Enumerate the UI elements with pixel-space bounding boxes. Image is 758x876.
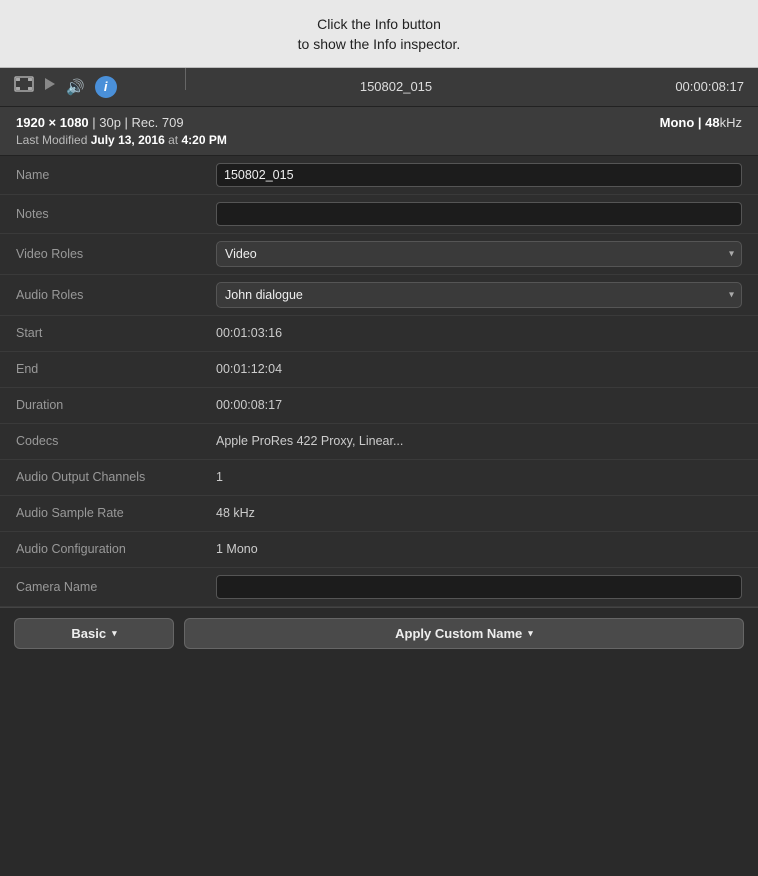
apply-custom-name-button[interactable]: Apply Custom Name ▾ [184,618,744,649]
tooltip-line1: Click the Info button [80,14,678,34]
meta-modified-row: Last Modified July 13, 2016 at 4:20 PM [16,133,742,147]
video-roles-label: Video Roles [16,247,216,261]
audio-config-row: Audio Configuration 1 Mono [0,532,758,568]
audio-sample-row: Audio Sample Rate 48 kHz [0,496,758,532]
audio-roles-select[interactable]: John dialogue Dialogue Music Effects [216,282,742,308]
meta-resolution: 1920 × 1080 [16,115,89,130]
codecs-value: Apple ProRes 422 Proxy, Linear... [216,434,742,448]
audio-output-row: Audio Output Channels 1 [0,460,758,496]
info-button[interactable]: i [95,76,117,98]
audio-config-label: Audio Configuration [16,542,216,556]
toolbar: 🔊 i 150802_015 00:00:08:17 [0,68,758,107]
audio-sample-value: 48 kHz [216,506,742,520]
basic-chevron-icon: ▾ [112,628,117,639]
speaker-icon[interactable]: 🔊 [66,78,85,96]
audio-output-label: Audio Output Channels [16,470,216,484]
audio-output-value: 1 [216,470,742,484]
toolbar-timecode: 00:00:08:17 [675,79,744,94]
bottom-bar: Basic ▾ Apply Custom Name ▾ [0,607,758,659]
toolbar-icons: 🔊 i [14,76,117,98]
video-roles-row: Video Roles Video Titles B-Roll ▾ [0,234,758,275]
duration-value: 00:00:08:17 [216,398,742,412]
tooltip-banner: Click the Info button to show the Info i… [0,0,758,68]
apply-custom-name-label: Apply Custom Name [395,626,522,641]
audio-roles-select-wrapper: John dialogue Dialogue Music Effects ▾ [216,282,742,308]
start-label: Start [16,326,216,340]
toolbar-filename: 150802_015 [129,79,664,94]
audio-sample-label: Audio Sample Rate [16,506,216,520]
start-row: Start 00:01:03:16 [0,316,758,352]
duration-label: Duration [16,398,216,412]
audio-roles-row: Audio Roles John dialogue Dialogue Music… [0,275,758,316]
name-input[interactable] [216,163,742,187]
start-value: 00:01:03:16 [216,326,742,340]
meta-audio: Mono | 48kHz [660,115,742,130]
codecs-row: Codecs Apple ProRes 422 Proxy, Linear... [0,424,758,460]
notes-row: Notes [0,195,758,234]
end-value: 00:01:12:04 [216,362,742,376]
name-row: Name [0,156,758,195]
end-label: End [16,362,216,376]
notes-input[interactable] [216,202,742,226]
camera-name-label: Camera Name [16,580,216,594]
info-panel: Name Notes Video Roles Video Titles B-Ro… [0,156,758,607]
audio-roles-label: Audio Roles [16,288,216,302]
flag-icon[interactable] [44,77,56,96]
meta-resolution-row: 1920 × 1080 | 30p | Rec. 709 Mono | 48kH… [16,115,742,130]
video-roles-select-wrapper: Video Titles B-Roll ▾ [216,241,742,267]
camera-name-input[interactable] [216,575,742,599]
apply-chevron-icon: ▾ [528,628,533,639]
notes-label: Notes [16,207,216,221]
camera-name-row: Camera Name [0,568,758,607]
duration-row: Duration 00:00:08:17 [0,388,758,424]
meta-spec: | 30p | Rec. 709 [89,115,184,130]
tooltip-line2: to show the Info inspector. [80,34,678,54]
basic-label: Basic [71,626,106,641]
end-row: End 00:01:12:04 [0,352,758,388]
codecs-label: Codecs [16,434,216,448]
meta-bar: 1920 × 1080 | 30p | Rec. 709 Mono | 48kH… [0,107,758,156]
audio-config-value: 1 Mono [216,542,742,556]
name-label: Name [16,168,216,182]
film-icon[interactable] [14,76,34,97]
basic-button[interactable]: Basic ▾ [14,618,174,649]
video-roles-select[interactable]: Video Titles B-Roll [216,241,742,267]
